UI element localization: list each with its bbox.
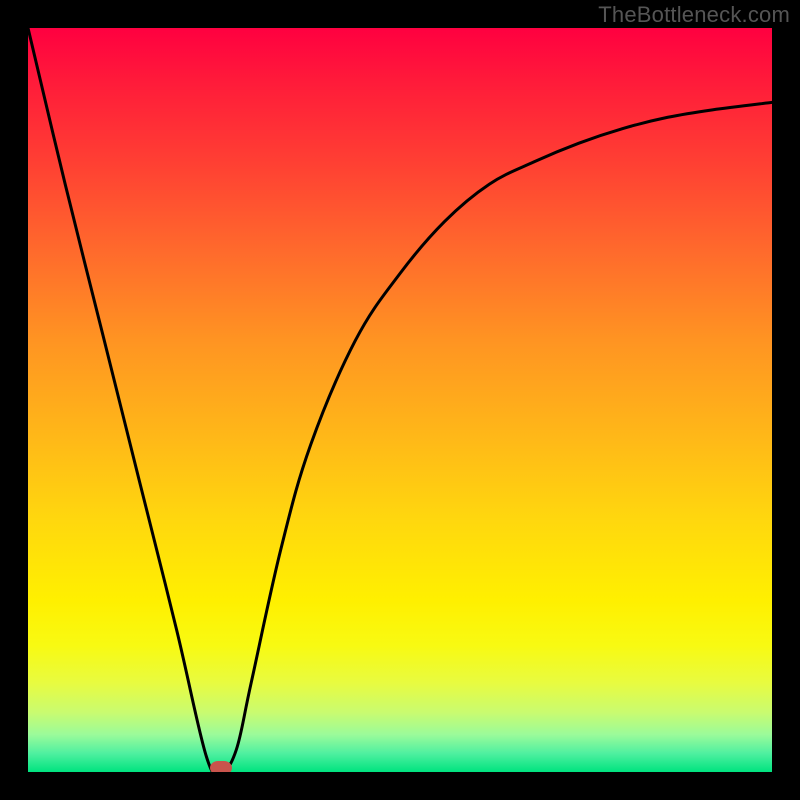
plot-area (28, 28, 772, 772)
bottleneck-curve-path (28, 28, 772, 772)
minimum-marker (210, 761, 232, 772)
attribution-text: TheBottleneck.com (598, 2, 790, 28)
chart-frame: TheBottleneck.com (0, 0, 800, 800)
curve-svg (28, 28, 772, 772)
